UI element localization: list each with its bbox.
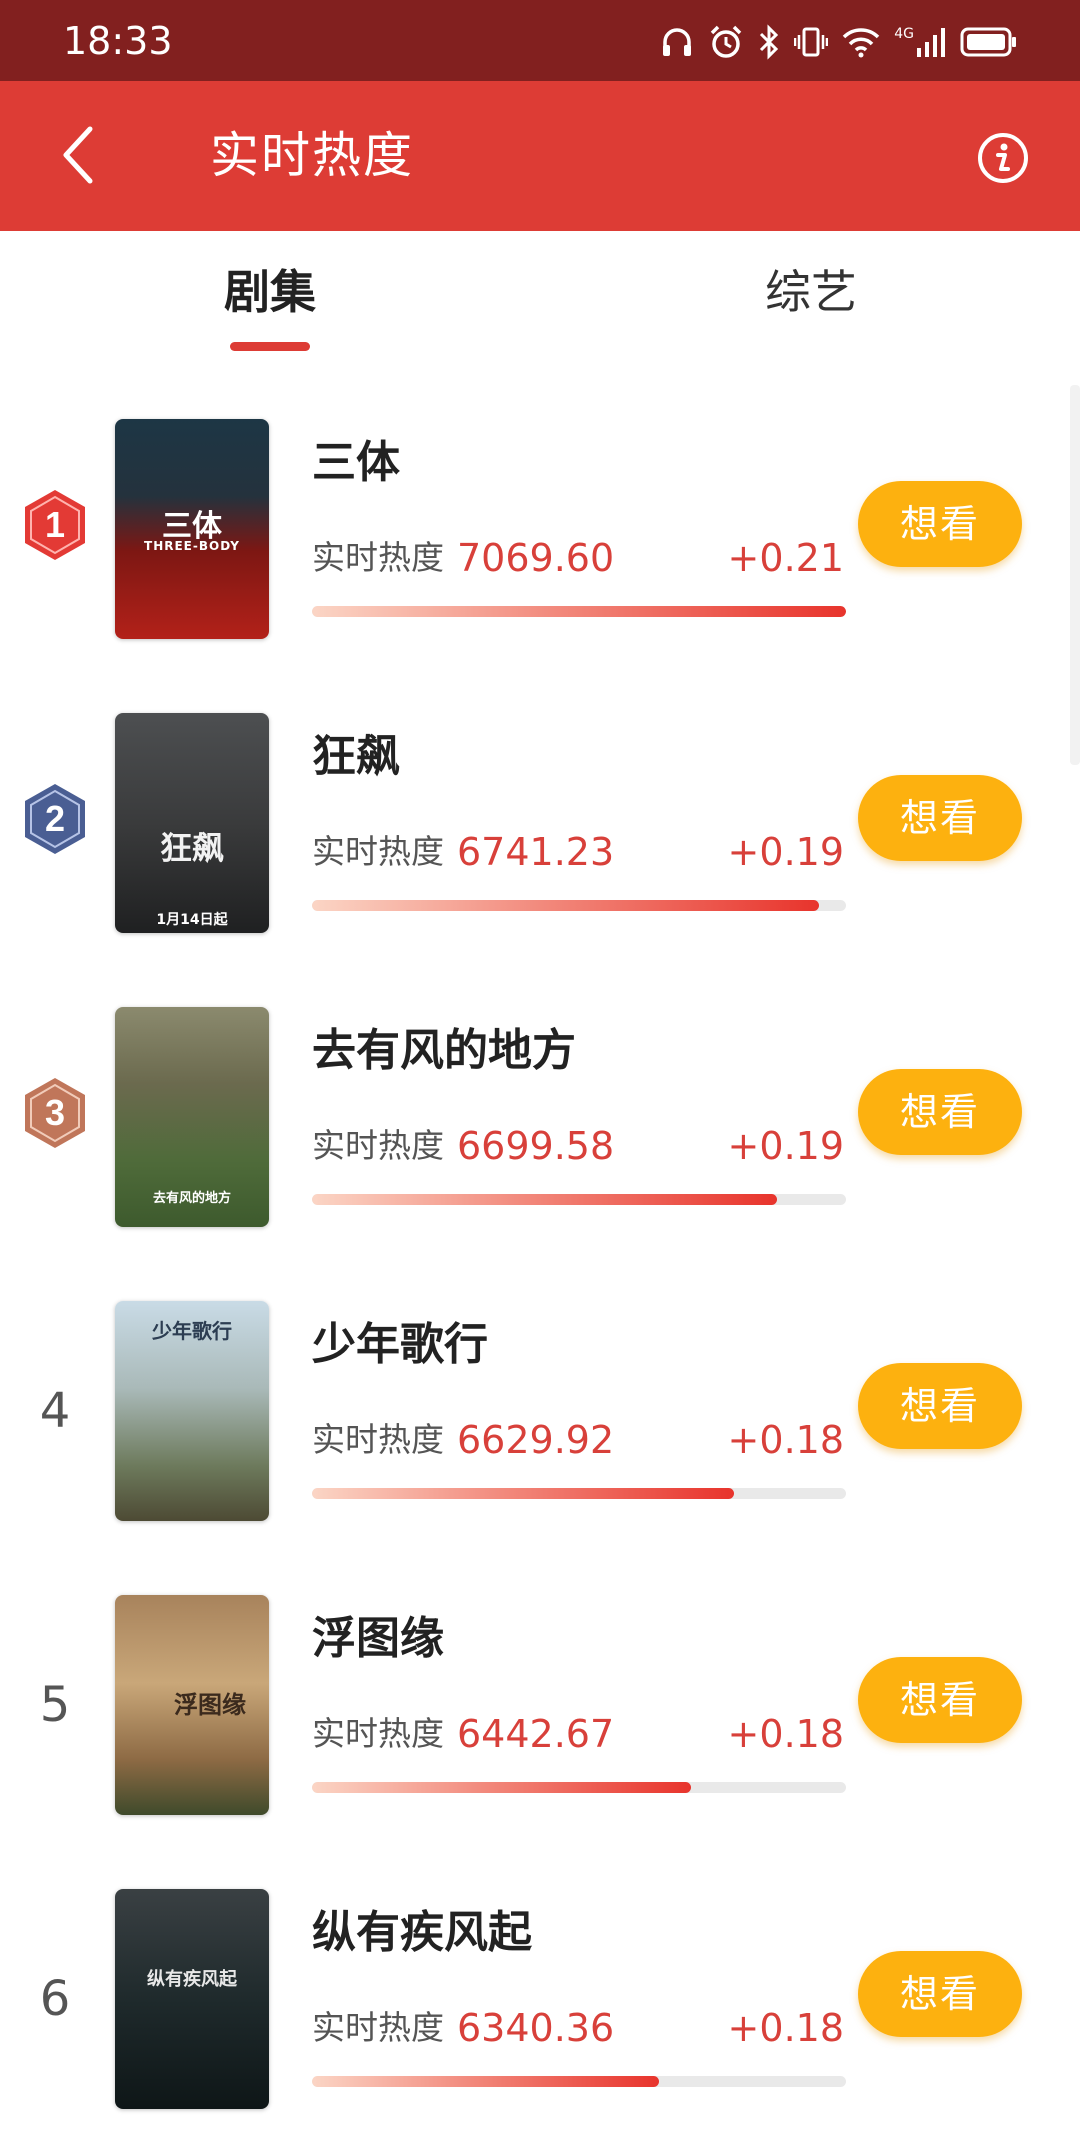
status-icons: 4G (660, 20, 1018, 64)
heat-bar (312, 900, 846, 911)
heat-bar (312, 2076, 846, 2087)
chevron-left-icon (61, 126, 95, 188)
back-button[interactable] (48, 119, 108, 195)
poster-image: 狂飙 1月14日起 (115, 713, 269, 933)
heat-bar (312, 1488, 846, 1499)
heat-delta: +0.19 (727, 1124, 844, 1168)
rank-badge-bronze: 3 (22, 1076, 88, 1150)
list-item[interactable]: 5 浮图缘 浮图缘 实时热度 6442.67 +0.18 想看 (0, 1537, 1080, 1831)
list-item[interactable]: 2 狂飙 1月14日起 狂飙 实时热度 6741.23 +0.19 想看 (0, 655, 1080, 949)
poster-title: 少年歌行 (152, 1319, 232, 1343)
heat-bar-fill (312, 900, 820, 911)
want-to-watch-button[interactable]: 想看 (858, 1069, 1022, 1155)
heat-bar (312, 1194, 846, 1205)
info-button[interactable] (976, 131, 1030, 185)
poster-title: 狂飙 (159, 829, 224, 867)
heat-label: 实时热度 (312, 1714, 444, 1753)
heat-delta: +0.21 (727, 536, 844, 580)
heat-label: 实时热度 (312, 1126, 444, 1165)
list-item[interactable]: 4 少年歌行 少年歌行 实时热度 6629.92 +0.18 想看 (0, 1243, 1080, 1537)
heat-label: 实时热度 (312, 832, 444, 871)
poster-title: 去有风的地方 (152, 1191, 231, 1206)
rank-number: 5 (39, 1677, 71, 1733)
want-to-watch-button[interactable]: 想看 (858, 1951, 1022, 2037)
battery-icon (960, 26, 1018, 58)
item-title: 三体 (312, 437, 400, 488)
rank-number: 1 (45, 504, 65, 545)
poster-image: 少年歌行 (115, 1301, 269, 1521)
list-item[interactable]: 1 三体 THREE-BODY 三体 实时热度 7069.60 +0.21 想看 (0, 361, 1080, 655)
poster-image: 浮图缘 (115, 1595, 269, 1815)
want-to-watch-button[interactable]: 想看 (858, 481, 1022, 567)
heat-bar (312, 606, 846, 617)
rank-number: 3 (45, 1092, 65, 1133)
heat-bar (312, 1782, 846, 1793)
heat-delta: +0.18 (727, 1712, 844, 1756)
list-item[interactable]: 6 纵有疾风起 纵有疾风起 实时热度 6340.36 +0.18 想看 (0, 1831, 1080, 2125)
heat-bar-fill (312, 2076, 660, 2087)
heat-value: 6442.67 (457, 1712, 615, 1756)
wifi-icon (842, 26, 880, 58)
network-type-label: 4G (894, 26, 914, 42)
heat-delta: +0.18 (727, 2006, 844, 2050)
headphones-icon (660, 25, 694, 59)
want-to-watch-button[interactable]: 想看 (858, 1657, 1022, 1743)
page-title: 实时热度 (210, 127, 415, 184)
heat-delta: +0.18 (727, 1418, 844, 1462)
poster-image: 去有风的地方 (115, 1007, 269, 1227)
poster-image: 纵有疾风起 (115, 1889, 269, 2109)
heat-value: 7069.60 (457, 536, 615, 580)
tab-variety[interactable]: 综艺 (765, 261, 857, 323)
heat-bar-fill (312, 1782, 692, 1793)
heat-label: 实时热度 (312, 1420, 444, 1459)
vibrate-icon (794, 24, 829, 60)
rank-badge-gold: 1 (22, 488, 88, 562)
rank-badge-silver: 2 (22, 782, 88, 856)
heat-value: 6629.92 (457, 1418, 615, 1462)
item-title: 纵有疾风起 (312, 1907, 532, 1958)
item-title: 浮图缘 (312, 1613, 444, 1664)
tab-series[interactable]: 剧集 (224, 261, 316, 323)
category-tabs: 剧集 综艺 (0, 231, 1080, 361)
signal-icon: 4G (894, 26, 946, 58)
heat-bar-fill (312, 606, 846, 617)
alarm-icon (708, 24, 744, 60)
want-to-watch-button[interactable]: 想看 (858, 775, 1022, 861)
app-header: 实时热度 (0, 81, 1080, 231)
list-item[interactable]: 3 去有风的地方 去有风的地方 实时热度 6699.58 +0.19 想看 (0, 949, 1080, 1243)
item-title: 狂飙 (312, 731, 400, 782)
heat-value: 6340.36 (457, 2006, 615, 2050)
heat-label: 实时热度 (312, 2008, 444, 2047)
active-tab-indicator (230, 342, 310, 351)
item-title: 去有风的地方 (312, 1025, 576, 1076)
poster-title: 纵有疾风起 (147, 1969, 237, 1990)
status-bar: 18:33 4G (0, 0, 1080, 81)
heat-bar-fill (312, 1488, 734, 1499)
poster-subtitle: THREE-BODY (144, 539, 240, 553)
poster-image: 三体 THREE-BODY (115, 419, 269, 639)
info-icon (976, 133, 1030, 189)
heat-bar-fill (312, 1194, 777, 1205)
heat-label: 实时热度 (312, 538, 444, 577)
status-time: 18:33 (63, 19, 173, 63)
heat-value: 6699.58 (457, 1124, 615, 1168)
poster-title: 浮图缘 (174, 1691, 246, 1719)
rank-number: 4 (39, 1383, 71, 1439)
heat-value: 6741.23 (457, 830, 615, 874)
bluetooth-icon (758, 24, 780, 60)
rank-number: 6 (39, 1971, 71, 2027)
rank-number: 2 (45, 798, 65, 839)
item-title: 少年歌行 (312, 1319, 488, 1370)
poster-subtitle: 1月14日起 (156, 912, 228, 928)
want-to-watch-button[interactable]: 想看 (858, 1363, 1022, 1449)
heat-delta: +0.19 (727, 830, 844, 874)
